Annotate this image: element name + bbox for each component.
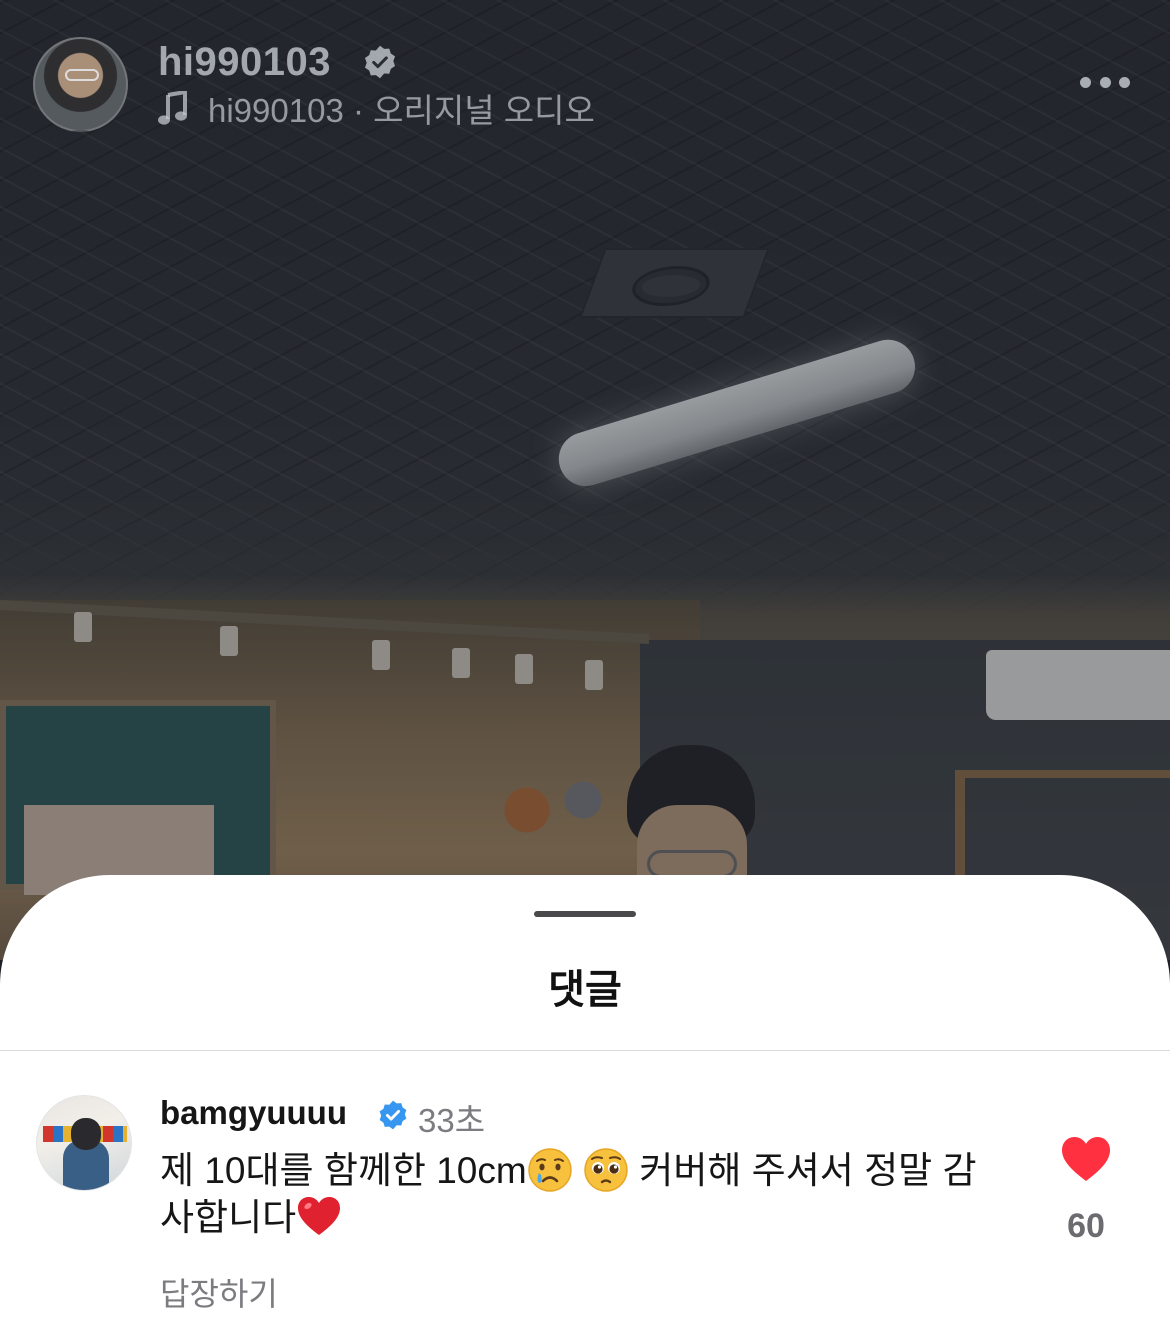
comment-text: 제 10대를 함께한 10cm 커버해 주셔서 정말 감사합니다 <box>160 1147 990 1241</box>
avatar-glasses <box>65 69 99 81</box>
commenter-username[interactable]: bamgyuuuu <box>160 1094 347 1132</box>
dot <box>1080 76 1091 88</box>
dot <box>1119 76 1130 88</box>
crying-face-emoji-icon <box>527 1148 572 1192</box>
music-note-icon <box>158 91 187 125</box>
author-username[interactable]: hi990103 <box>158 40 331 85</box>
audio-label: hi990103 · 오리지널 오디오 <box>208 92 595 129</box>
comment-timestamp: 33초 <box>418 1102 486 1139</box>
verified-badge-icon <box>364 45 396 79</box>
comment-text-part1: 제 10대를 함께한 10cm <box>160 1150 527 1191</box>
dot <box>1099 76 1111 88</box>
reel-video[interactable] <box>0 0 1170 960</box>
commenter-avatar[interactable] <box>36 1095 132 1191</box>
red-heart-emoji-icon <box>298 1197 341 1235</box>
reply-button[interactable]: 답장하기 <box>160 1269 278 1315</box>
author-avatar[interactable] <box>33 37 128 132</box>
avatar-head <box>71 1118 101 1150</box>
sheet-drag-handle[interactable] <box>534 911 636 917</box>
original-audio-link[interactable]: hi990103 · 오리지널 오디오 <box>158 88 595 129</box>
pleading-face-emoji-icon <box>584 1148 628 1192</box>
divider <box>0 1050 1170 1051</box>
video-dim-overlay <box>0 0 1170 960</box>
like-count: 60 <box>1067 1207 1105 1245</box>
sheet-title: 댓글 <box>548 968 622 1012</box>
comments-sheet: 댓글 bamgyuuuu 33초 제 10대를 함께한 10cm 커버해 주셔서… <box>0 875 1170 1321</box>
verified-badge-icon <box>379 1100 407 1130</box>
more-options-icon[interactable] <box>1080 70 1130 94</box>
like-heart-icon[interactable] <box>1060 1135 1112 1183</box>
